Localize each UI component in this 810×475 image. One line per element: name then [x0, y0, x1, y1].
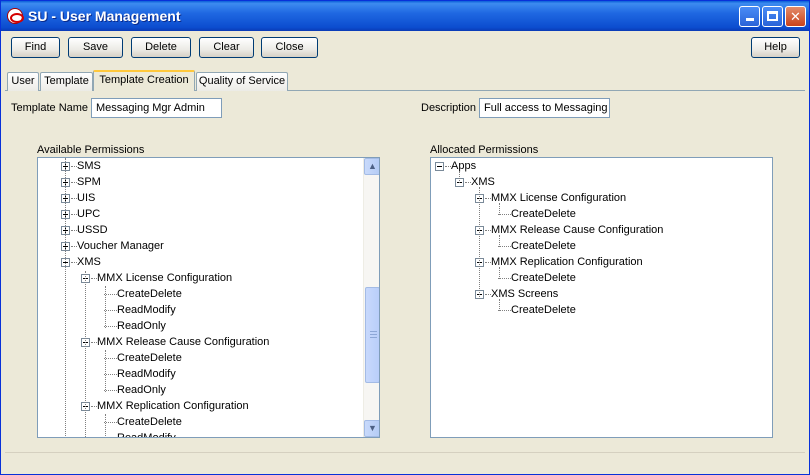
- maximize-icon: [767, 11, 778, 21]
- tree-node[interactable]: UIS: [77, 190, 95, 206]
- tree-node[interactable]: SMS: [77, 158, 101, 174]
- template-name-field[interactable]: Messaging Mgr Admin: [91, 98, 222, 118]
- tree-node[interactable]: CreateDelete: [511, 302, 576, 318]
- tree-node[interactable]: ReadModify: [117, 366, 176, 382]
- user-management-window: SU - User Management ✕ Find Save Delete …: [0, 0, 810, 475]
- collapse-toggle[interactable]: [435, 162, 444, 171]
- chevron-up-icon: ▲: [368, 161, 377, 171]
- tree-node[interactable]: MMX License Configuration: [491, 190, 626, 206]
- tree-node[interactable]: MMX Replication Configuration: [491, 254, 643, 270]
- tree-node[interactable]: MMX License Configuration: [97, 270, 232, 286]
- tree-node[interactable]: MMX Release Cause Configuration: [491, 222, 663, 238]
- tree-node[interactable]: CreateDelete: [511, 270, 576, 286]
- scroll-thumb[interactable]: [365, 287, 379, 383]
- tree-node[interactable]: CreateDelete: [117, 350, 182, 366]
- scroll-down-button[interactable]: ▼: [364, 420, 379, 437]
- tree-node[interactable]: XMS: [471, 174, 495, 190]
- minimize-button[interactable]: [739, 6, 760, 27]
- tree-node[interactable]: Voucher Manager: [77, 238, 164, 254]
- tree-node[interactable]: ReadOnly: [117, 318, 166, 334]
- tree-node[interactable]: CreateDelete: [511, 238, 576, 254]
- status-divider: [5, 452, 805, 453]
- tree-node[interactable]: XMS Screens: [491, 286, 558, 302]
- tree-node[interactable]: UPC: [77, 206, 100, 222]
- available-scrollbar[interactable]: ▲ ▼: [363, 158, 379, 437]
- available-permissions-label: Available Permissions: [37, 144, 145, 156]
- oracle-icon: [7, 8, 24, 24]
- help-button[interactable]: Help: [751, 37, 800, 58]
- delete-button[interactable]: Delete: [131, 37, 191, 58]
- tree-node[interactable]: CreateDelete: [511, 206, 576, 222]
- tree-node[interactable]: XMS: [77, 254, 101, 270]
- close-window-button[interactable]: ✕: [785, 6, 806, 27]
- close-icon: ✕: [790, 9, 801, 24]
- tab-template[interactable]: Template: [40, 72, 93, 91]
- available-permissions-tree[interactable]: ▲ ▼ SMS SPM UIS UPC USSD Voucher Manager XMS MM…: [37, 157, 380, 438]
- tab-quality-of-service[interactable]: Quality of Service: [196, 72, 288, 91]
- tree-node[interactable]: USSD: [77, 222, 108, 238]
- maximize-button[interactable]: [762, 6, 783, 27]
- template-name-label: Template Name: [11, 102, 89, 114]
- tab-template-creation[interactable]: Template Creation: [93, 70, 195, 91]
- save-button[interactable]: Save: [68, 37, 123, 58]
- title-bar: SU - User Management ✕: [1, 1, 809, 31]
- tree-node[interactable]: SPM: [77, 174, 101, 190]
- tree-node[interactable]: CreateDelete: [117, 286, 182, 302]
- window-title: SU - User Management: [28, 8, 181, 24]
- description-field[interactable]: Full access to Messaging: [479, 98, 610, 118]
- tree-node[interactable]: MMX Replication Configuration: [97, 398, 249, 414]
- tree-node[interactable]: ReadModify: [117, 302, 176, 318]
- tree-node[interactable]: Apps: [451, 158, 476, 174]
- clear-button[interactable]: Clear: [199, 37, 254, 58]
- close-button[interactable]: Close: [261, 37, 318, 58]
- allocated-permissions-label: Allocated Permissions: [430, 144, 539, 156]
- tree-node[interactable]: MMX Release Cause Configuration: [97, 334, 269, 350]
- find-button[interactable]: Find: [11, 37, 60, 58]
- scroll-up-button[interactable]: ▲: [364, 158, 379, 175]
- tab-user[interactable]: User: [7, 72, 39, 91]
- description-label: Description: [421, 102, 477, 114]
- minimize-icon: [745, 18, 754, 21]
- allocated-permissions-tree[interactable]: Apps XMS MMX License Configuration CreateDe…: [430, 157, 773, 438]
- tree-node[interactable]: ReadOnly: [117, 382, 166, 398]
- tree-node[interactable]: CreateDelete: [117, 414, 182, 430]
- tree-node[interactable]: ReadModify: [117, 430, 176, 437]
- chevron-down-icon: ▼: [368, 423, 377, 433]
